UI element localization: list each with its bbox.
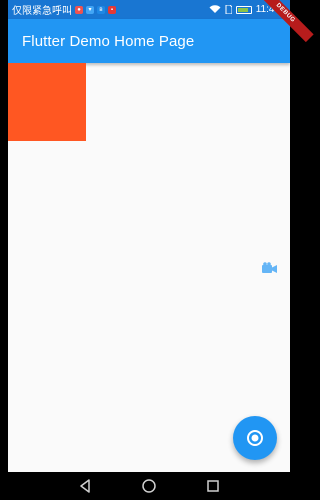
red-square (8, 63, 86, 141)
recents-button[interactable] (205, 478, 221, 494)
video-camera-icon[interactable] (262, 262, 278, 274)
status-left: 仅限紧急呼叫 ● ▾ ʙ ▪ (12, 2, 116, 17)
back-icon (80, 479, 90, 493)
phone-screen: 仅限紧急呼叫 ● ▾ ʙ ▪ 11:47 Flutter Demo Home P… (8, 0, 290, 472)
floating-action-button[interactable] (233, 416, 277, 460)
carrier-text: 仅限紧急呼叫 (12, 6, 72, 17)
bluetooth-icon: ʙ (97, 5, 105, 14)
message-icon: ▾ (86, 5, 94, 14)
home-icon (142, 479, 156, 493)
battery-icon (235, 5, 252, 14)
sim-icon (225, 5, 232, 14)
recents-icon (207, 480, 219, 492)
back-button[interactable] (77, 478, 93, 494)
app-bar-title: Flutter Demo Home Page (22, 32, 195, 50)
app-bar: Flutter Demo Home Page (8, 19, 290, 63)
status-bar: 仅限紧急呼叫 ● ▾ ʙ ▪ 11:47 (8, 0, 290, 19)
notification-icon: ● (75, 5, 83, 14)
home-button[interactable] (141, 478, 157, 494)
app-icon: ▪ (108, 5, 116, 14)
navigation-bar (0, 472, 298, 500)
wifi-icon (209, 5, 221, 13)
radio-button-icon (247, 430, 263, 446)
